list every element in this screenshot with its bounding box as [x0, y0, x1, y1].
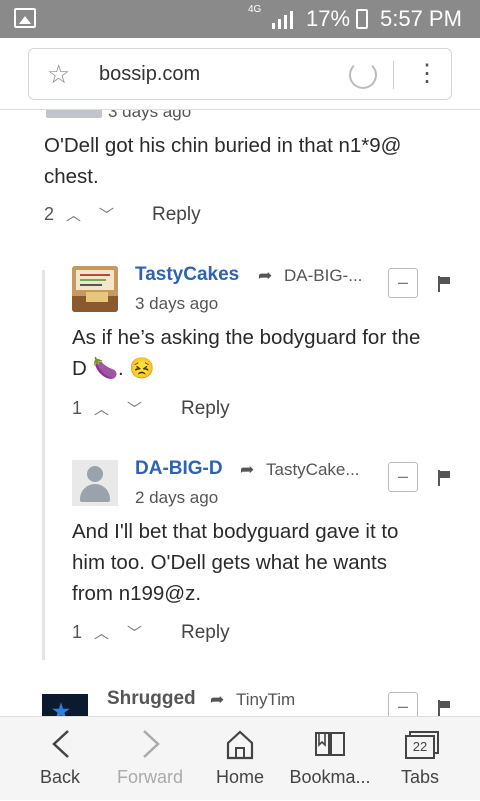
comment-text-line: him too. O'Dell gets what he wants [72, 551, 387, 574]
back-icon [52, 730, 69, 758]
home-label: Home [215, 767, 264, 787]
comment-author[interactable]: TastyCakes [135, 264, 239, 286]
battery-icon [356, 9, 368, 29]
status-bar: 4G 17% 5:57 PM [0, 0, 480, 38]
avatar-head [87, 466, 103, 482]
avatar[interactable]: ★ [42, 694, 88, 716]
battery-percent: 17% [306, 6, 351, 31]
upvote-icon[interactable]: ︿ [94, 622, 109, 643]
comment-time: 3 days ago [108, 110, 192, 121]
comment-text-line: from n199@z. [72, 582, 202, 605]
collapse-button[interactable]: – [388, 462, 418, 492]
reply-to-user[interactable]: TastyCake... [266, 460, 360, 480]
comment-time: 2 days ago [135, 488, 219, 507]
reply-link[interactable]: Reply [181, 622, 230, 644]
forward-icon [143, 730, 160, 758]
home-icon [226, 730, 254, 760]
comments-section: 3 days ago O'Dell got his chin buried in… [0, 110, 480, 716]
reply-arrow-icon: ➦ [240, 460, 255, 479]
collapse-button[interactable]: – [388, 268, 418, 298]
collapse-button[interactable]: – [388, 692, 418, 716]
vote-count: 1 [72, 398, 83, 418]
address-bar[interactable]: ☆ bossip.com ⋮ [28, 48, 452, 100]
back-button[interactable]: Back [12, 717, 108, 801]
signal-icon [272, 11, 293, 29]
toolbar-divider [393, 61, 394, 89]
tabs-button[interactable]: 22 Tabs [372, 717, 468, 801]
flag-icon[interactable] [438, 470, 452, 486]
upvote-icon[interactable]: ︿ [94, 398, 109, 419]
avatar-body [80, 484, 110, 502]
forward-button[interactable]: Forward [102, 717, 198, 801]
avatar [46, 110, 102, 118]
comment-text: And I'll bet that bodyguard gave it to h… [72, 516, 462, 609]
downvote-icon[interactable]: ﹀ [99, 204, 114, 225]
reply-to-user[interactable]: TinyTim [236, 690, 295, 710]
downvote-icon[interactable]: ﹀ [127, 398, 142, 419]
vote-controls: 1 ︿ ﹀ [72, 622, 142, 643]
vote-count: 1 [72, 622, 83, 642]
bookmarks-button[interactable]: Bookma... [282, 717, 378, 801]
vote-controls: 1 ︿ ﹀ [72, 398, 142, 419]
thread-line [42, 270, 45, 660]
forward-label: Forward [116, 767, 183, 787]
vote-count: 2 [44, 204, 55, 224]
avatar[interactable] [72, 266, 118, 312]
gallery-notification-icon [14, 8, 36, 28]
downvote-icon[interactable]: ﹀ [127, 622, 142, 643]
reply-to-user[interactable]: DA-BIG-... [284, 266, 362, 286]
clock: 5:57 PM [380, 6, 462, 31]
svg-text:★: ★ [52, 701, 70, 716]
home-button[interactable]: Home [192, 717, 288, 801]
comment-text-line: As if he’s asking the bodyguard for the [72, 326, 421, 349]
overflow-menu-icon[interactable]: ⋮ [415, 57, 439, 91]
reply-arrow-icon: ➦ [210, 690, 225, 709]
tabs-label: Tabs [400, 767, 440, 787]
browser-bottom-nav: Back Forward Home Bookma... 22 Tabs [0, 716, 480, 800]
avatar[interactable] [72, 460, 118, 506]
tab-count: 22 [412, 739, 428, 754]
reply-link[interactable]: Reply [181, 398, 230, 420]
bookmarks-label: Bookma... [289, 767, 371, 787]
reload-icon[interactable] [349, 61, 377, 89]
upvote-icon[interactable]: ︿ [66, 204, 81, 225]
reply-link[interactable]: Reply [152, 204, 201, 226]
vote-controls: 2 ︿ ﹀ [44, 204, 114, 225]
reply-arrow-icon: ➦ [258, 266, 273, 285]
comment-author[interactable]: Shrugged [107, 688, 196, 710]
flag-icon[interactable] [438, 700, 452, 716]
flag-icon[interactable] [438, 276, 452, 292]
browser-toolbar: ☆ bossip.com ⋮ [0, 38, 480, 110]
comment-author[interactable]: DA-BIG-D [135, 458, 223, 480]
comment-time: 3 days ago [135, 294, 219, 313]
comment-text-line: D 🍆. 😣 [72, 357, 155, 380]
comment-text: O'Dell got his chin buried in that n1*9@… [44, 134, 402, 188]
bookmark-star-icon[interactable]: ☆ [47, 60, 70, 88]
comment-text-line: And I'll bet that bodyguard gave it to [72, 520, 399, 543]
comment-text: As if he’s asking the bodyguard for the … [72, 322, 462, 384]
bookmarks-icon [315, 732, 345, 756]
back-label: Back [39, 767, 81, 787]
url-text[interactable]: bossip.com [99, 63, 200, 86]
network-type-label: 4G [248, 4, 262, 15]
